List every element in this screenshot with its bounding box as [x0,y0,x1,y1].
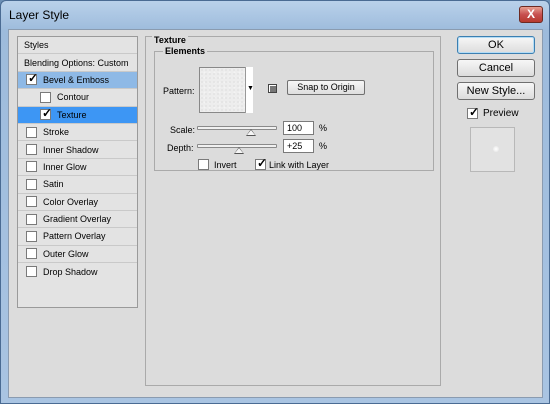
invert-label: Invert [214,160,237,170]
style-item-label: Satin [43,179,64,190]
title-bar[interactable]: Layer Style X [1,1,549,29]
style-item-label: Contour [57,92,90,103]
style-item-label: Inner Shadow [43,144,99,155]
new-preset-icon[interactable] [268,84,277,93]
cancel-button[interactable]: Cancel [457,59,535,77]
styles-list: Styles Blending Options: Custom ✓ Bevel … [17,36,138,308]
texture-checkbox[interactable]: ✓ [40,106,53,121]
checkmark-icon: ✓ [28,71,39,86]
style-item-label: Pattern Overlay [43,231,106,242]
checkmark-icon: ✓ [469,105,480,119]
styles-header-label: Styles [24,40,49,51]
style-item-label: Drop Shadow [43,266,98,277]
ok-button[interactable]: OK [457,36,535,54]
snap-to-origin-button[interactable]: Snap to Origin [287,80,365,95]
depth-label: Depth: [167,143,194,153]
style-item-label: Bevel & Emboss [43,74,110,85]
texture-group: Texture Elements Pattern: ▼ Snap to Orig… [145,35,441,386]
elements-group: Elements Pattern: ▼ Snap to Origin Scale… [154,46,434,171]
style-item-stroke[interactable]: Stroke [18,124,137,142]
scale-input[interactable]: 100 [283,121,314,135]
style-item-drop-shadow[interactable]: Drop Shadow [18,263,137,280]
preview-highlight [493,146,499,152]
outer-glow-checkbox[interactable] [26,248,37,260]
color-overlay-checkbox[interactable] [26,196,37,208]
satin-checkbox[interactable] [26,178,37,190]
preview-checkbox[interactable]: ✓ [467,105,480,119]
style-item-satin[interactable]: Satin [18,176,137,194]
preview-label: Preview [483,108,519,119]
depth-slider[interactable] [197,144,277,154]
style-item-texture[interactable]: ✓ Texture [18,106,137,124]
stroke-checkbox[interactable] [26,126,37,138]
inner-shadow-checkbox[interactable] [26,144,37,156]
checkmark-icon: ✓ [42,106,53,121]
style-item-pattern-overlay[interactable]: Pattern Overlay [18,228,137,246]
drop-shadow-checkbox[interactable] [26,266,37,278]
bevel-emboss-checkbox[interactable]: ✓ [26,71,39,86]
depth-unit: % [319,141,328,151]
style-item-inner-shadow[interactable]: Inner Shadow [18,141,137,159]
pattern-label: Pattern: [163,86,195,96]
style-item-label: Stroke [43,127,70,138]
checkmark-icon: ✓ [257,156,268,170]
styles-header[interactable]: Styles [18,37,137,55]
style-item-contour[interactable]: Contour [18,89,137,107]
scale-unit: % [319,123,328,133]
style-item-bevel-emboss[interactable]: ✓ Bevel & Emboss [18,71,137,90]
pattern-dropdown[interactable]: ▼ [245,67,254,113]
close-button[interactable]: X [519,6,543,23]
invert-checkbox[interactable] [198,159,209,170]
depth-slider-thumb[interactable] [234,147,244,154]
style-item-label: Outer Glow [43,248,89,259]
style-item-label: Texture [57,109,87,120]
layer-style-dialog: Layer Style X Styles Blending Options: C… [0,0,550,404]
new-style-button[interactable]: New Style... [457,82,535,100]
elements-group-title: Elements [163,46,208,56]
dropdown-arrow-icon: ▼ [247,85,254,92]
scale-slider[interactable] [197,126,277,136]
scale-slider-thumb[interactable] [246,129,256,136]
style-item-label: Gradient Overlay [43,214,112,225]
style-item-label: Color Overlay [43,196,99,207]
style-item-outer-glow[interactable]: Outer Glow [18,246,137,264]
scale-label: Scale: [170,125,196,135]
style-item-label: Inner Glow [43,161,87,172]
contour-checkbox[interactable] [40,91,51,103]
dialog-body: Styles Blending Options: Custom ✓ Bevel … [8,29,543,398]
style-preview-thumbnail [470,127,515,172]
blending-options-item[interactable]: Blending Options: Custom [18,54,137,72]
texture-group-title: Texture [152,35,188,45]
gradient-overlay-checkbox[interactable] [26,213,37,225]
link-with-layer-label: Link with Layer [269,160,330,170]
pattern-overlay-checkbox[interactable] [26,230,37,242]
style-item-gradient-overlay[interactable]: Gradient Overlay [18,211,137,229]
style-item-color-overlay[interactable]: Color Overlay [18,194,137,211]
dialog-title: Layer Style [9,8,70,22]
depth-input[interactable]: +25 [283,139,314,153]
blending-options-label: Blending Options: Custom [24,57,129,68]
style-item-inner-glow[interactable]: Inner Glow [18,159,137,177]
inner-glow-checkbox[interactable] [26,161,37,173]
link-with-layer-checkbox[interactable]: ✓ [255,156,268,170]
